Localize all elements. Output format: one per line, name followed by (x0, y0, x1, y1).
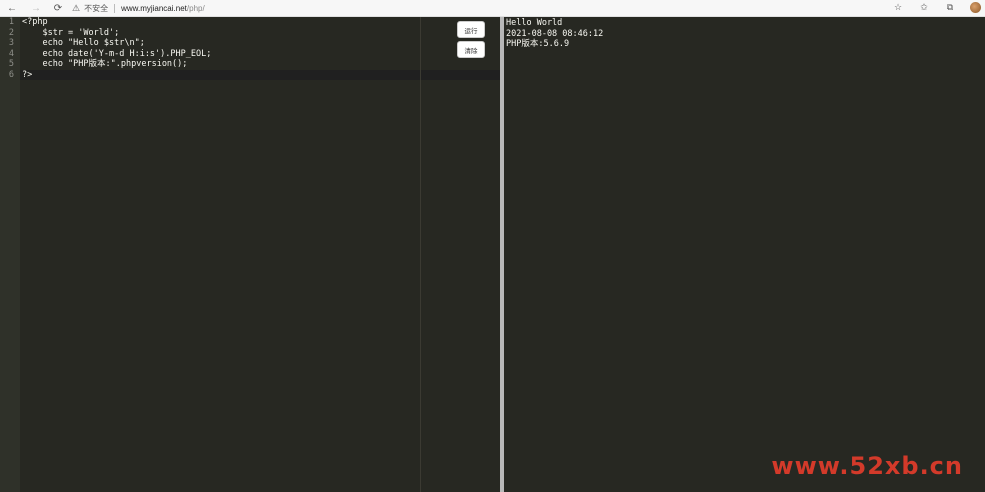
line-number-gutter: 1 2 3 4 5 6 (0, 17, 20, 492)
security-indicator[interactable]: ⚠ 不安全 (72, 3, 108, 14)
collections-icon[interactable]: ⧉ (944, 2, 956, 13)
line-number: 6 (8, 69, 14, 80)
line-number: 2 (8, 27, 14, 38)
code-line: echo date('Y-m-d H:i:s').PHP_EOL; (22, 48, 212, 59)
warning-icon: ⚠ (72, 2, 81, 13)
code-line: $str = 'World'; (22, 27, 120, 38)
browser-actions: ☆ ✩ ⧉ (892, 2, 981, 13)
forward-arrow-icon[interactable]: → (30, 2, 42, 14)
code-content[interactable]: <?php $str = 'World'; echo "Hello $str\n… (22, 17, 211, 80)
address-separator (114, 3, 116, 13)
code-line: echo "Hello $str\n"; (22, 38, 145, 48)
browser-toolbar: ← → ⟳ ⚠ 不安全 www.myjiancai.net/php/ ☆ ✩ ⧉ (0, 0, 985, 17)
output-line: 2021-08-08 08:46:12 (506, 28, 604, 39)
line-number: 1 (8, 17, 14, 27)
print-margin (420, 17, 421, 492)
line-number: 3 (8, 38, 14, 48)
code-line: <?php (22, 17, 48, 27)
refresh-icon[interactable]: ⟳ (52, 2, 64, 14)
address-bar[interactable]: www.myjiancai.net/php/ (121, 4, 205, 13)
output-line: Hello World (506, 18, 563, 28)
line-number: 4 (8, 48, 14, 59)
watermark: www.52xb.cn (771, 452, 963, 480)
favorites-icon[interactable]: ✩ (918, 2, 930, 13)
code-line: ?> (22, 69, 33, 80)
url-path: /php/ (186, 3, 205, 13)
code-line: echo "PHP版本:".phpversion(); (22, 59, 188, 69)
back-arrow-icon[interactable]: ← (6, 2, 18, 14)
output-line: PHP版本:5.6.9 (506, 39, 570, 49)
profile-avatar-icon[interactable] (970, 2, 981, 13)
output-pane: Hello World 2021-08-08 08:46:12 PHP版本:5.… (504, 17, 985, 492)
code-editor[interactable]: 1 2 3 4 5 6 <?php $str = 'World'; echo "… (0, 17, 500, 492)
clear-button[interactable]: 清除 (457, 41, 485, 58)
url-host: www.myjiancai.net (121, 3, 187, 13)
favorite-add-icon[interactable]: ☆ (892, 2, 904, 13)
security-label: 不安全 (84, 3, 109, 13)
line-number: 5 (8, 59, 14, 69)
run-button[interactable]: 运行 (457, 21, 485, 38)
